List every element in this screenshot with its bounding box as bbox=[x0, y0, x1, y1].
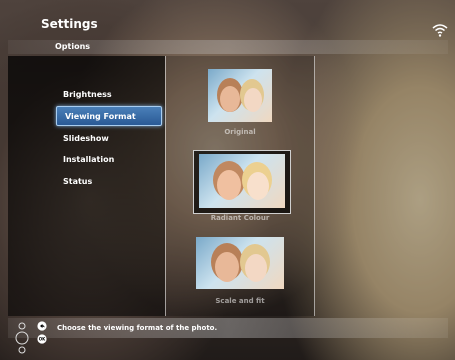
option-radiant-thumbnail[interactable] bbox=[199, 154, 285, 208]
nav-pad-icon bbox=[15, 322, 29, 354]
header-bar: Settings Options bbox=[8, 8, 448, 54]
menu-item-installation[interactable]: Installation bbox=[55, 151, 160, 169]
wifi-icon bbox=[432, 24, 448, 37]
footer-hint-text: Choose the viewing format of the photo. bbox=[57, 324, 218, 332]
option-original-label: Original bbox=[224, 128, 256, 136]
menu-item-viewing-format[interactable]: Viewing Format bbox=[56, 106, 162, 126]
menu-item-brightness[interactable]: Brightness bbox=[55, 86, 160, 104]
section-subtitle: Options bbox=[55, 42, 91, 51]
menu-item-slideshow[interactable]: Slideshow bbox=[55, 130, 160, 148]
format-options-panel: Original Radiant Colour Scale and fit bbox=[165, 56, 315, 316]
back-icon bbox=[37, 321, 47, 331]
option-scale-fit-label: Scale and fit bbox=[215, 297, 265, 305]
menu-item-status[interactable]: Status bbox=[55, 173, 160, 191]
svg-text:OK: OK bbox=[39, 337, 46, 342]
ok-icon: OK bbox=[37, 334, 47, 344]
option-radiant-label: Radiant Colour bbox=[210, 214, 270, 222]
option-original-thumbnail[interactable] bbox=[208, 69, 272, 122]
option-radiant-frame[interactable] bbox=[193, 150, 291, 214]
option-scale-fit-thumbnail[interactable] bbox=[196, 237, 284, 289]
page-title: Settings bbox=[41, 17, 98, 31]
settings-menu: Brightness Viewing Format Slideshow Inst… bbox=[8, 56, 165, 316]
